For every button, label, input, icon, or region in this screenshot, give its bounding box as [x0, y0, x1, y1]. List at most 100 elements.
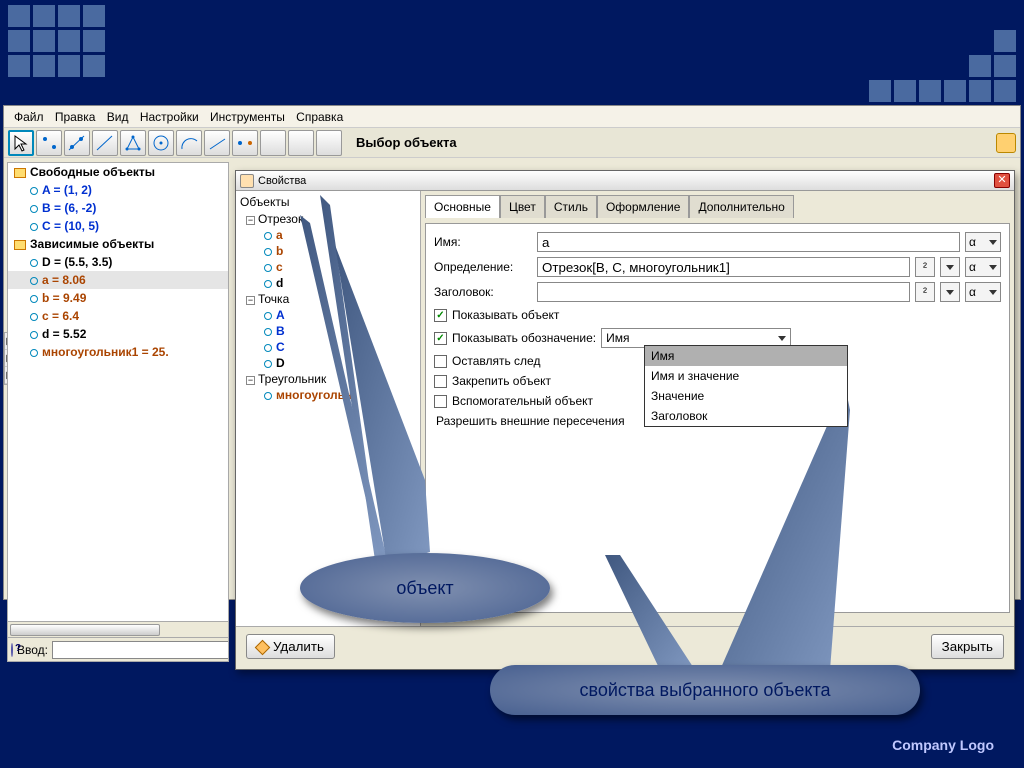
tab-Цвет[interactable]: Цвет — [500, 195, 545, 218]
tree-leaf[interactable]: A — [238, 307, 418, 323]
super-picker2[interactable]: ² — [915, 282, 935, 302]
tree-leaf[interactable]: B — [238, 323, 418, 339]
input-label: Ввод: — [17, 643, 48, 657]
tree-group[interactable]: −Треугольник — [238, 371, 418, 387]
tool-polygon[interactable] — [120, 130, 146, 156]
name-input[interactable] — [537, 232, 960, 252]
star-button[interactable] — [996, 133, 1016, 153]
dd-option[interactable]: Значение — [645, 386, 847, 406]
fix-label: Закрепить объект — [452, 374, 551, 388]
tool-text[interactable] — [260, 130, 286, 156]
tab-Основные[interactable]: Основные — [425, 195, 500, 218]
trace-label: Оставлять след — [452, 354, 540, 368]
command-input[interactable] — [52, 641, 229, 659]
tree-item[interactable]: a = 8.06 — [8, 271, 228, 289]
footer-logo: Company Logo — [892, 737, 994, 753]
menu-Настройки[interactable]: Настройки — [136, 109, 203, 125]
tool-number[interactable] — [204, 130, 230, 156]
java-icon — [240, 174, 254, 188]
def-label: Определение: — [434, 260, 532, 274]
fix-checkbox[interactable] — [434, 375, 447, 388]
tool-arc[interactable] — [176, 130, 202, 156]
dd-option[interactable]: Имя и значение — [645, 366, 847, 386]
tool-point[interactable] — [36, 130, 62, 156]
alpha-picker2[interactable]: α — [965, 257, 1001, 277]
tool-mirror[interactable] — [232, 130, 258, 156]
tab-Стиль[interactable]: Стиль — [545, 195, 597, 218]
super-picker[interactable]: ² — [915, 257, 935, 277]
tree-free-header[interactable]: Свободные объекты — [8, 163, 228, 181]
tab-content: Имя: α Определение: ² α Заголовок: ² α — [425, 223, 1010, 613]
tree-leaf[interactable]: C — [238, 339, 418, 355]
tree-leaf[interactable]: d — [238, 275, 418, 291]
close-button[interactable]: Закрыть — [931, 634, 1004, 659]
tree-item[interactable]: многоугольник1 = 25. — [8, 343, 228, 361]
object-select-label: Выбор объекта — [356, 135, 457, 150]
dialog-titlebar[interactable]: Свойства ✕ — [236, 171, 1014, 191]
tree-item[interactable]: d = 5.52 — [8, 325, 228, 343]
menu-Вид[interactable]: Вид — [103, 109, 133, 125]
menu-Правка[interactable]: Правка — [51, 109, 100, 125]
show-object-label: Показывать объект — [452, 308, 559, 322]
menu-Справка[interactable]: Справка — [292, 109, 347, 125]
tree-leaf[interactable]: b — [238, 243, 418, 259]
show-object-checkbox[interactable]: ✓ — [434, 309, 447, 322]
pencil-icon — [255, 640, 271, 656]
folder-icon — [14, 168, 26, 178]
def-input[interactable] — [537, 257, 910, 277]
tree-item[interactable]: C = (10, 5) — [8, 217, 228, 235]
tree-item[interactable]: c = 6.4 — [8, 307, 228, 325]
tree-dep-header[interactable]: Зависимые объекты — [8, 235, 228, 253]
menu-Файл[interactable]: Файл — [10, 109, 48, 125]
alpha-picker[interactable]: α — [965, 232, 1001, 252]
tool-slider[interactable] — [288, 130, 314, 156]
dialog-title: Свойства — [258, 175, 306, 187]
caption-input[interactable] — [537, 282, 910, 302]
dialog-close-icon[interactable]: ✕ — [994, 173, 1010, 188]
show-label-checkbox[interactable]: ✓ — [434, 332, 447, 345]
menu-Инструменты[interactable]: Инструменты — [206, 109, 289, 125]
label-mode-dropdown[interactable]: ИмяИмя и значениеЗначениеЗаголовок — [644, 345, 848, 427]
show-label-text: Показывать обозначение: — [452, 331, 596, 345]
super-dd2[interactable] — [940, 282, 960, 302]
tab-Дополнительно[interactable]: Дополнительно — [689, 195, 793, 218]
dd-option[interactable]: Заголовок — [645, 406, 847, 426]
tool-select[interactable] — [8, 130, 34, 156]
super-dd[interactable] — [940, 257, 960, 277]
folder-icon — [14, 240, 26, 250]
tree-leaf[interactable]: D — [238, 355, 418, 371]
dd-option[interactable]: Имя — [645, 346, 847, 366]
allow-label: Разрешить внешние пересечения — [436, 414, 625, 428]
tree-leaf[interactable]: c — [238, 259, 418, 275]
tree-leaf[interactable]: a — [238, 227, 418, 243]
algebra-panel: Свободные объектыA = (1, 2)B = (6, -2)C … — [7, 162, 229, 662]
tree-item[interactable]: B = (6, -2) — [8, 199, 228, 217]
header-decor — [0, 0, 1024, 105]
toolbar: Выбор объекта — [4, 128, 1020, 158]
dialog-footer: Удалить Закрыть — [236, 626, 1014, 666]
input-bar: Ввод: — [8, 637, 229, 661]
h-scrollbar[interactable] — [8, 621, 229, 637]
tool-circle[interactable] — [148, 130, 174, 156]
tool-line[interactable] — [64, 130, 90, 156]
tree-leaf[interactable]: многоугольн — [238, 387, 418, 403]
callout-object: объект — [300, 553, 550, 623]
delete-button[interactable]: Удалить — [246, 634, 335, 659]
tool-segment[interactable] — [92, 130, 118, 156]
tab-Оформление[interactable]: Оформление — [597, 195, 689, 218]
tree-group[interactable]: −Отрезок — [238, 211, 418, 227]
tree-item[interactable]: A = (1, 2) — [8, 181, 228, 199]
callout-properties: свойства выбранного объекта — [490, 665, 920, 715]
aux-label: Вспомогательный объект — [452, 394, 593, 408]
tree-item[interactable]: D = (5.5, 3.5) — [8, 253, 228, 271]
name-label: Имя: — [434, 235, 532, 249]
trace-checkbox[interactable] — [434, 355, 447, 368]
tree-group[interactable]: −Точка — [238, 291, 418, 307]
tool-move[interactable] — [316, 130, 342, 156]
menubar: Файл Правка Вид Настройки Инструменты Сп… — [4, 106, 1020, 128]
help-icon[interactable] — [11, 643, 13, 657]
aux-checkbox[interactable] — [434, 395, 447, 408]
objects-title: Объекты — [238, 193, 418, 211]
alpha-picker3[interactable]: α — [965, 282, 1001, 302]
tree-item[interactable]: b = 9.49 — [8, 289, 228, 307]
